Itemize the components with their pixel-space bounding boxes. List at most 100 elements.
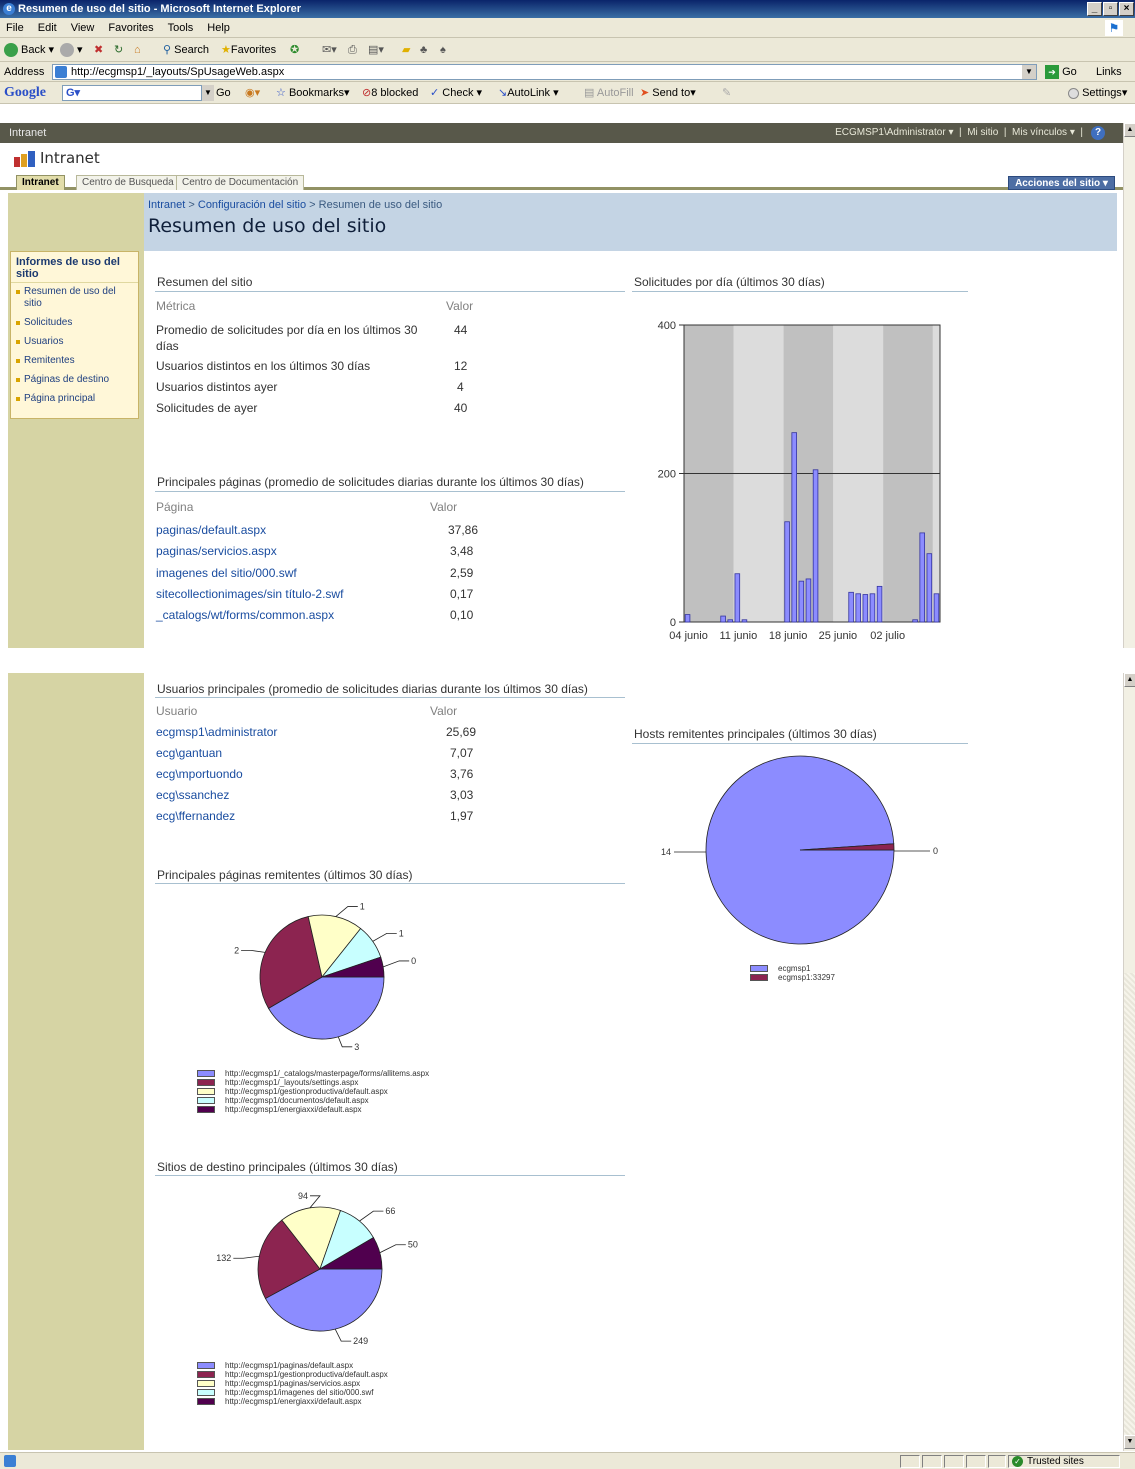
- usuario-value: 25,69: [446, 725, 477, 739]
- highlight-icon[interactable]: ✎: [722, 82, 731, 104]
- legend-item: ecgmsp1:33297: [750, 973, 835, 982]
- mail-icon[interactable]: ✉▾: [322, 38, 337, 62]
- maximize-button[interactable]: ▫: [1103, 2, 1118, 16]
- bar: [684, 614, 691, 623]
- global-site-label[interactable]: Intranet: [9, 123, 46, 143]
- quick-launch-heading[interactable]: Informes de uso del sitio: [11, 252, 138, 283]
- home-icon[interactable]: ⌂: [134, 38, 141, 62]
- usuario-link[interactable]: ecg\mportuondo: [156, 767, 243, 781]
- menu-tools[interactable]: Tools: [168, 22, 194, 34]
- resumen-value: 44: [454, 323, 468, 337]
- google-go-button[interactable]: Go: [216, 82, 231, 104]
- pagina-link[interactable]: sitecollectionimages/sin título-2.swf: [156, 587, 343, 601]
- menu-help[interactable]: Help: [207, 22, 230, 34]
- usuario-link[interactable]: ecg\ffernandez: [156, 809, 235, 823]
- site-header: Intranet: [0, 143, 1123, 173]
- sharepoint-logo-icon: [14, 151, 35, 167]
- tab-intranet[interactable]: Intranet: [16, 175, 65, 190]
- y-tick-label: 200: [658, 469, 676, 481]
- address-dropdown-icon[interactable]: ▼: [1022, 65, 1036, 79]
- legend-swatch: [750, 965, 768, 973]
- menu-file[interactable]: File: [6, 22, 24, 34]
- google-logo: Google: [4, 85, 46, 100]
- minimize-button[interactable]: _: [1087, 2, 1102, 16]
- pie-label: 14: [661, 847, 671, 857]
- favorites-button[interactable]: ★Favorites: [221, 38, 276, 62]
- legend-item: http://ecgmsp1/energiaxxi/default.aspx: [197, 1397, 388, 1406]
- quick-item-solicitudes[interactable]: Solicitudes: [15, 317, 134, 329]
- popup-blocker-button[interactable]: ⊘8 blocked: [362, 82, 418, 104]
- scroll-up-icon[interactable]: ▲: [1124, 123, 1135, 137]
- scroll-up-icon[interactable]: ▲: [1124, 673, 1135, 687]
- pagina-link[interactable]: imagenes del sitio/000.swf: [156, 566, 297, 580]
- mi-sitio-link[interactable]: Mi sitio: [967, 127, 998, 138]
- pie-label: 50: [408, 1240, 418, 1250]
- google-search-input[interactable]: G▾: [62, 85, 202, 101]
- bar: [855, 593, 861, 623]
- usuario-link[interactable]: ecg\gantuan: [156, 746, 222, 760]
- refresh-icon[interactable]: ↻: [114, 38, 123, 62]
- usuarios-col-user: Usuario: [156, 704, 198, 718]
- pagina-link[interactable]: paginas/servicios.aspx: [156, 544, 277, 558]
- resumen-value: 40: [454, 401, 468, 415]
- site-title[interactable]: Intranet: [40, 149, 100, 167]
- tab-centro-busqueda[interactable]: Centro de Busqueda: [76, 175, 180, 190]
- close-button[interactable]: ×: [1119, 2, 1134, 16]
- menu-view[interactable]: View: [71, 22, 95, 34]
- forward-button[interactable]: ▾: [60, 38, 83, 62]
- links-button[interactable]: Links: [1096, 62, 1122, 82]
- breadcrumb-configuracion[interactable]: Configuración del sitio: [198, 199, 306, 211]
- research-icon[interactable]: ♠: [440, 38, 446, 62]
- bookmarks-button[interactable]: ☆ Bookmarks▾: [276, 82, 350, 104]
- scroll-track[interactable]: [1124, 973, 1135, 1443]
- page-scrollbar-top[interactable]: ▲: [1123, 123, 1135, 649]
- sendto-button[interactable]: ➤ Send to▾: [640, 82, 696, 104]
- usuario-link[interactable]: ecgmsp1\administrator: [156, 725, 277, 739]
- legend-item: http://ecgmsp1/paginas/servicios.aspx: [197, 1379, 388, 1388]
- pie-leader-line: [379, 1244, 406, 1254]
- site-actions-menu[interactable]: Acciones del sitio ▾: [1008, 176, 1115, 190]
- page-scrollbar-bottom[interactable]: ▲ ▼: [1123, 673, 1135, 1451]
- autofill-button[interactable]: ▤ AutoFill: [584, 82, 634, 104]
- legend-label: http://ecgmsp1/gestionproductiva/default…: [225, 1370, 388, 1379]
- quick-item-usuarios[interactable]: Usuarios: [15, 336, 134, 348]
- mis-vinculos-menu[interactable]: Mis vínculos: [1012, 127, 1067, 138]
- spellcheck-button[interactable]: ✓ Check ▾: [430, 82, 482, 104]
- news-icon[interactable]: ◉▾: [245, 82, 260, 104]
- tab-centro-documentacion[interactable]: Centro de Documentación: [176, 175, 305, 190]
- pagina-link[interactable]: _catalogs/wt/forms/common.aspx: [156, 608, 334, 622]
- print-icon[interactable]: ⎙: [348, 38, 357, 62]
- help-icon[interactable]: ?: [1091, 126, 1105, 140]
- menu-favorites[interactable]: Favorites: [108, 22, 153, 34]
- pagina-value: 2,59: [450, 566, 474, 580]
- usuario-value: 3,03: [450, 788, 474, 802]
- bar: [791, 432, 797, 623]
- scroll-down-icon[interactable]: ▼: [1124, 1435, 1135, 1449]
- media-icon[interactable]: ✪: [290, 38, 299, 62]
- pagina-link[interactable]: paginas/default.aspx: [156, 523, 266, 537]
- quick-item-paginas-destino[interactable]: Páginas de destino: [15, 374, 134, 386]
- status-bar: ✓ Trusted sites: [0, 1452, 1135, 1469]
- breadcrumb-intranet[interactable]: Intranet: [148, 199, 185, 211]
- quick-item-resumen[interactable]: Resumen de uso del sitio: [15, 286, 134, 310]
- edit-icon[interactable]: ▤▾: [368, 38, 384, 62]
- stop-icon[interactable]: ✖: [94, 38, 103, 62]
- menu-edit[interactable]: Edit: [38, 22, 57, 34]
- user-menu[interactable]: ECGMSP1\Administrator: [835, 127, 946, 138]
- autolink-button[interactable]: ↘AutoLink ▾: [498, 82, 559, 104]
- settings-button[interactable]: Settings▾: [1068, 82, 1127, 104]
- address-input[interactable]: http://ecgmsp1/_layouts/SpUsageWeb.aspx …: [52, 64, 1037, 80]
- go-button[interactable]: ➔ Go: [1045, 62, 1077, 82]
- google-dropdown-icon[interactable]: ▼: [202, 85, 214, 101]
- pie-label: 249: [353, 1336, 368, 1346]
- search-button[interactable]: ⚲ Search: [163, 38, 209, 62]
- pie-label: 66: [385, 1206, 395, 1216]
- settings-icon: [1068, 87, 1079, 99]
- folder-icon[interactable]: ▰: [402, 38, 410, 62]
- quick-item-remitentes[interactable]: Remitentes: [15, 355, 134, 367]
- messenger-icon[interactable]: ♣: [420, 38, 427, 62]
- back-button[interactable]: Back ▾: [4, 38, 54, 62]
- usuario-link[interactable]: ecg\ssanchez: [156, 788, 229, 802]
- quick-item-pagina-principal[interactable]: Página principal: [15, 393, 134, 405]
- pie-label: 3: [354, 1042, 359, 1052]
